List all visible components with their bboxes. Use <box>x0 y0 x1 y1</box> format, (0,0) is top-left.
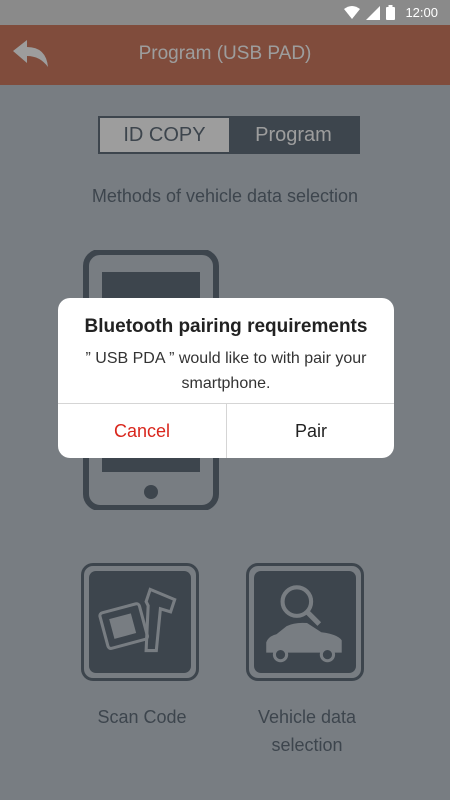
signal-icon <box>366 5 381 20</box>
pair-button[interactable]: Pair <box>227 404 394 458</box>
dialog-message: ” USB PDA ” would like to with pair your… <box>85 350 367 392</box>
dialog-title: Bluetooth pairing requirements <box>84 316 368 337</box>
cancel-button[interactable]: Cancel <box>58 404 226 458</box>
wifi-icon <box>344 5 361 19</box>
bluetooth-pairing-dialog: Bluetooth pairing requirements ” USB PDA… <box>58 298 394 458</box>
status-icons: 12:00 <box>344 3 438 22</box>
status-time: 12:00 <box>405 5 438 20</box>
status-bar: 12:00 <box>0 0 450 25</box>
battery-icon <box>386 5 396 20</box>
